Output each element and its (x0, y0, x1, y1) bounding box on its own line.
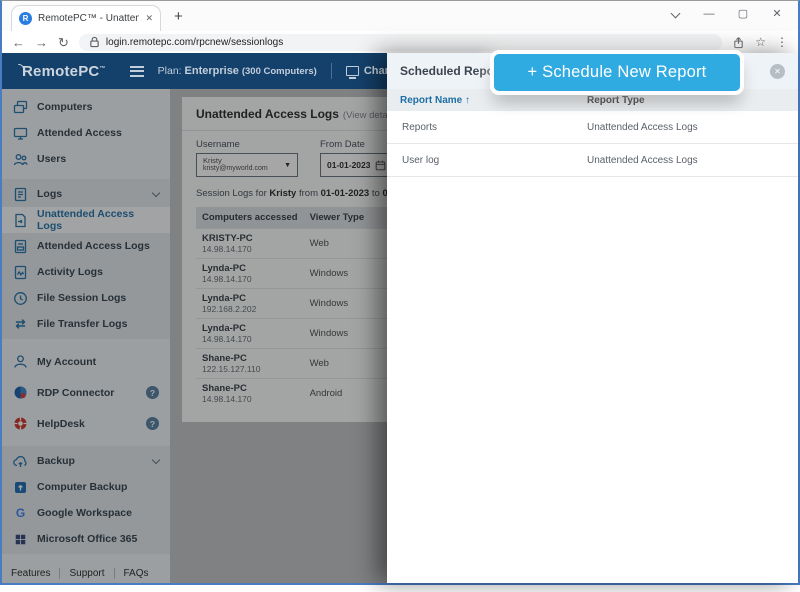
report-row: User log Unattended Access Logs (387, 144, 798, 177)
tab-title: RemotePC™ - Unattended Acc (38, 13, 139, 24)
panel-table-header: Report Name ↑ Report Type (387, 89, 798, 111)
back-icon[interactable]: ← (12, 36, 25, 49)
panel-title: Scheduled Reports (400, 64, 509, 78)
browser-menu-icon[interactable]: ⋮ (776, 36, 788, 48)
remotepc-logo: RemotePC™ (14, 63, 106, 80)
favicon-icon: R (19, 12, 32, 25)
scheduled-reports-panel: Scheduled Reports ✕ Report Name ↑ Report… (387, 53, 798, 583)
tab-strip: R RemotePC™ - Unattended Acc ✕ + — ▢ ✕ (2, 1, 798, 31)
plan-info: Plan: Enterprise (300 Computers) (158, 65, 317, 77)
report-row: Reports Unattended Access Logs (387, 111, 798, 144)
browser-tab[interactable]: R RemotePC™ - Unattended Acc ✕ (11, 5, 161, 31)
monitor-icon (346, 66, 359, 76)
maximize-button[interactable]: ▢ (732, 7, 754, 20)
url-text: login.remotepc.com/rpcnew/sessionlogs (106, 37, 283, 48)
schedule-new-report-button[interactable]: + Schedule New Report (494, 54, 740, 91)
tab-close-icon[interactable]: ✕ (145, 13, 153, 24)
header-divider (331, 63, 332, 79)
col-report-type: Report Type (587, 95, 645, 106)
browser-window: R RemotePC™ - Unattended Acc ✕ + — ▢ ✕ ←… (0, 0, 800, 585)
lock-icon (89, 36, 100, 48)
close-window-button[interactable]: ✕ (766, 7, 788, 20)
sort-asc-icon: ↑ (465, 95, 470, 106)
minimize-button[interactable]: — (698, 8, 720, 20)
address-bar: ← → ↻ login.remotepc.com/rpcnew/sessionl… (2, 31, 798, 53)
forward-icon[interactable]: → (35, 36, 48, 49)
bookmark-star-icon[interactable]: ☆ (755, 36, 766, 48)
share-icon[interactable] (732, 36, 745, 49)
hamburger-menu-icon[interactable] (130, 66, 144, 77)
reload-icon[interactable]: ↻ (58, 36, 69, 49)
panel-close-icon[interactable]: ✕ (770, 64, 785, 79)
url-bar[interactable]: login.remotepc.com/rpcnew/sessionlogs (79, 34, 722, 51)
new-tab-button[interactable]: + (174, 8, 183, 26)
window-chevron-icon[interactable] (664, 8, 686, 20)
col-report-name[interactable]: Report Name ↑ (387, 95, 587, 106)
